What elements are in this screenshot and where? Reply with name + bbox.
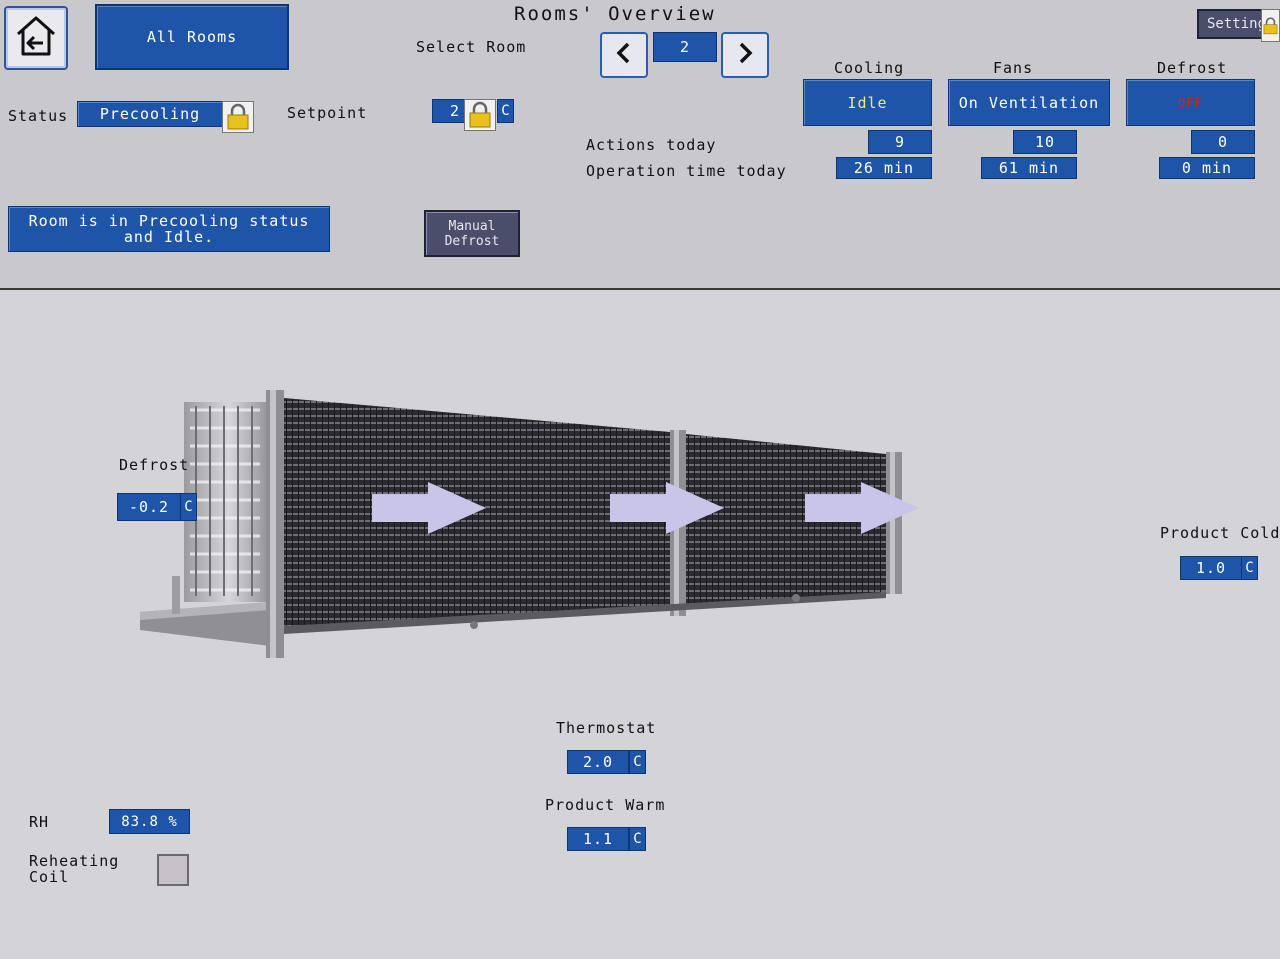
page-title: Rooms' Overview [514, 3, 716, 25]
setpoint-lock-icon[interactable] [464, 99, 496, 131]
cooling-state: Idle [803, 79, 932, 126]
defrost-state: OFF [1126, 79, 1255, 126]
room-number-field[interactable]: 2 [653, 32, 717, 62]
rh-label: RH [29, 813, 50, 831]
thermostat-value: 2.0 [567, 750, 629, 774]
defrost-actions: 0 [1191, 130, 1255, 154]
defrost-sensor-unit: C [180, 493, 197, 521]
reheating-label-line2: Coil [29, 868, 70, 886]
rh-value: 83.8 % [109, 809, 190, 834]
product-warm-value: 1.1 [567, 827, 629, 851]
all-rooms-button[interactable]: All Rooms [95, 4, 289, 70]
fans-actions: 10 [1013, 130, 1077, 154]
chevron-right-icon [735, 41, 755, 69]
settings-lock-icon [1261, 9, 1280, 42]
fans-time: 61 min [981, 157, 1077, 179]
actions-today-label: Actions today [586, 136, 717, 154]
status-label: Status [8, 107, 69, 125]
cooling-label: Cooling [834, 59, 905, 77]
product-cold-label: Product Cold [1160, 524, 1280, 542]
setpoint-unit: C [497, 99, 514, 123]
setpoint-value[interactable]: 2 [432, 99, 465, 123]
airflow-arrow-icon [805, 482, 919, 534]
airflow-arrow-icon [372, 482, 486, 534]
status-lock-icon[interactable] [222, 101, 254, 133]
thermostat-unit: C [629, 750, 646, 774]
reheating-coil-label: Reheating Coil [29, 853, 119, 885]
home-back-icon [12, 12, 60, 64]
cooling-time: 26 min [836, 157, 932, 179]
cooling-actions: 9 [868, 130, 932, 154]
defrost-label: Defrost [1157, 59, 1228, 77]
settings-label: Settings [1207, 16, 1261, 32]
status-value: Precooling [77, 101, 223, 127]
defrost-sensor-label: Defrost [119, 456, 190, 474]
product-warm-label: Product Warm [545, 796, 666, 814]
manual-defrost-line1: Manual [448, 218, 496, 234]
manual-defrost-line2: Defrost [444, 233, 500, 249]
fans-label: Fans [993, 59, 1034, 77]
defrost-sensor-value: -0.2 [117, 493, 181, 521]
home-button[interactable] [4, 6, 68, 70]
product-cold-value: 1.0 [1180, 556, 1242, 580]
select-room-label: Select Room [416, 38, 527, 56]
prev-room-button[interactable] [600, 32, 648, 78]
airflow-arrow-icon [610, 482, 724, 534]
setpoint-label: Setpoint [287, 104, 368, 122]
chevron-left-icon [614, 41, 634, 69]
fans-state: On Ventilation [948, 79, 1110, 126]
thermostat-label: Thermostat [556, 719, 657, 737]
reheating-coil-indicator [157, 854, 189, 886]
manual-defrost-button[interactable]: Manual Defrost [424, 210, 520, 257]
product-cold-unit: C [1241, 556, 1258, 580]
defrost-time: 0 min [1159, 157, 1255, 179]
status-message: Room is in Precooling status and Idle. [8, 206, 330, 252]
operation-time-label: Operation time today [586, 162, 787, 180]
next-room-button[interactable] [721, 32, 769, 78]
product-warm-unit: C [629, 827, 646, 851]
settings-button[interactable]: Settings [1197, 9, 1263, 39]
